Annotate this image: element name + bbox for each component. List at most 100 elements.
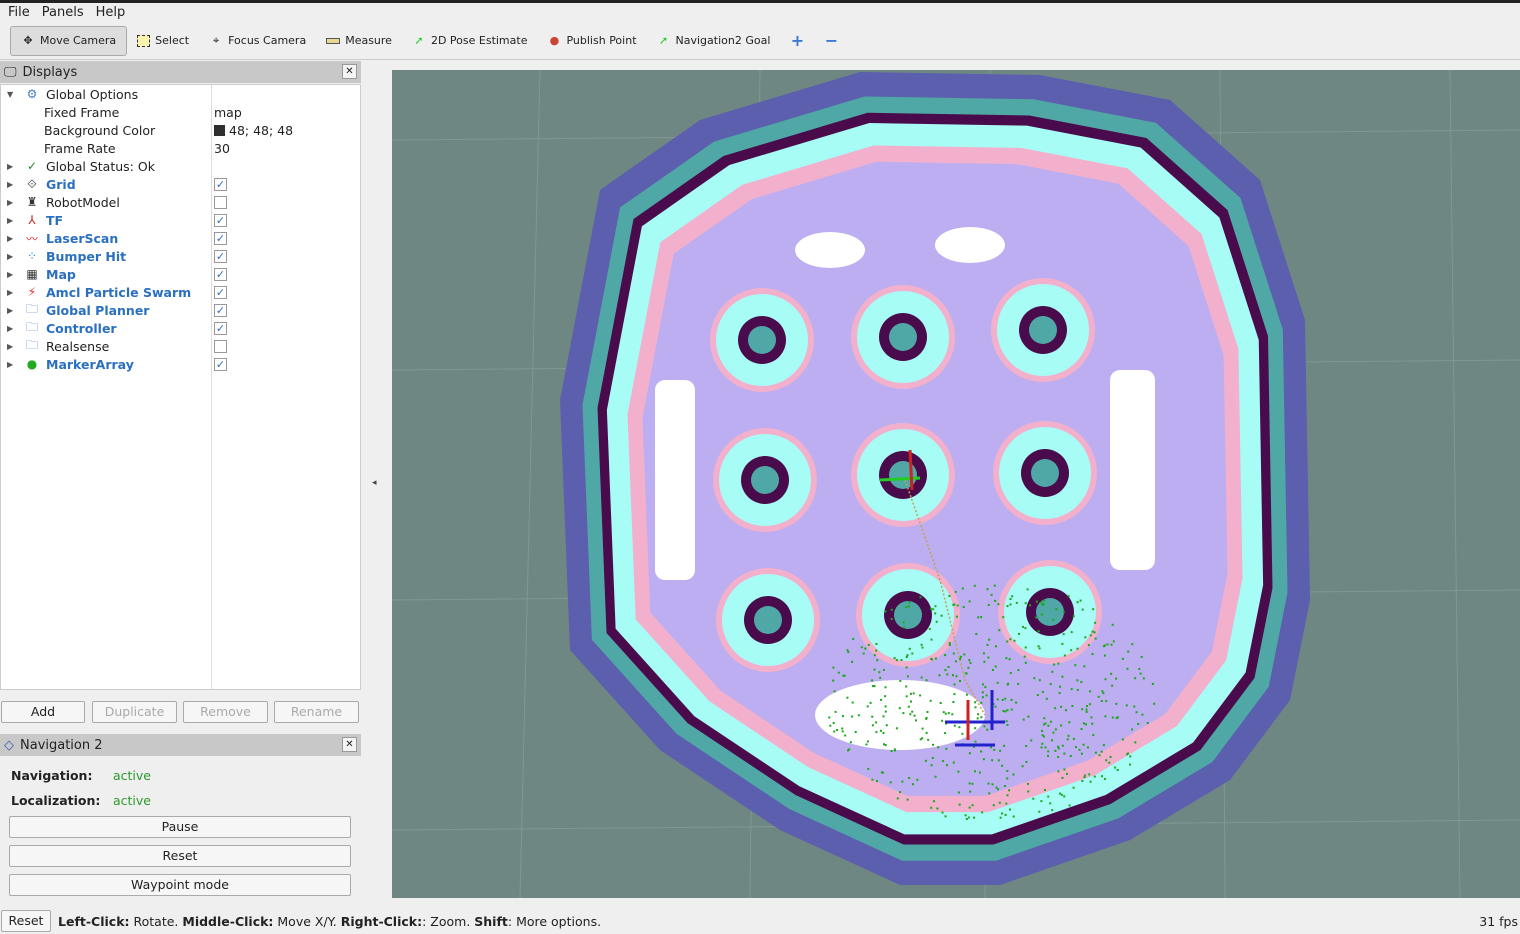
option-value[interactable]: map xyxy=(214,105,242,120)
expand-arrow-icon[interactable]: ▶ xyxy=(7,342,13,351)
add-tool-button[interactable]: + xyxy=(780,26,814,56)
option-label: Frame Rate xyxy=(44,140,116,156)
enable-checkbox[interactable]: ✓ xyxy=(214,286,227,299)
display-label: MarkerArray xyxy=(46,356,134,372)
focus-camera-button[interactable]: ⌖ Focus Camera xyxy=(199,26,316,56)
rename-button[interactable]: Rename xyxy=(274,701,359,723)
green-arrow-icon: ➚ xyxy=(414,33,424,47)
menu-panels[interactable]: Panels xyxy=(42,5,84,20)
expand-arrow-icon[interactable]: ▶ xyxy=(7,162,13,171)
tool-label: Publish Point xyxy=(566,34,637,47)
hint-key: Middle-Click: xyxy=(182,913,274,929)
expand-arrow-icon[interactable]: ▶ xyxy=(7,180,13,189)
value-text: 30 xyxy=(214,140,230,156)
tool-label: Select xyxy=(155,34,190,47)
expand-arrow-icon[interactable]: ▶ xyxy=(7,288,13,297)
pause-button[interactable]: Pause xyxy=(9,816,351,838)
fps-counter: 31 fps xyxy=(1479,913,1518,929)
enable-checkbox[interactable]: ✓ xyxy=(214,268,227,281)
status-hint: Left-Click: Rotate. Middle-Click: Move X… xyxy=(58,914,601,929)
display-item[interactable]: ▶ 🗀 Global Planner ✓ xyxy=(1,301,361,319)
folder-icon: 🗀 xyxy=(25,337,38,352)
display-item[interactable]: ▶ 🗀 Realsense xyxy=(1,337,361,355)
enable-checkbox[interactable]: ✓ xyxy=(214,232,227,245)
enable-checkbox[interactable] xyxy=(214,340,227,353)
tool-label: Navigation2 Goal xyxy=(675,34,771,47)
display-label: LaserScan xyxy=(46,230,119,246)
nav2-goal-button[interactable]: ➚ Navigation2 Goal xyxy=(647,26,781,56)
enable-checkbox[interactable]: ✓ xyxy=(214,322,227,335)
display-item[interactable]: ▶ ♜ RobotModel xyxy=(1,193,361,211)
toolbar: ✥ Move Camera Select ⌖ Focus Camera Measur… xyxy=(0,22,1520,60)
expand-arrow-icon[interactable]: ▶ xyxy=(7,234,13,243)
tree-global-status[interactable]: ▶ ✓ Global Status: Ok xyxy=(1,157,361,175)
display-item[interactable]: ▶ 🗀 Controller ✓ xyxy=(1,319,361,337)
enable-checkbox[interactable]: ✓ xyxy=(214,178,227,191)
remove-button[interactable]: Remove xyxy=(183,701,268,723)
enable-checkbox[interactable]: ✓ xyxy=(214,304,227,317)
marker-array-icon: ● xyxy=(26,357,38,371)
display-item[interactable]: ▶ ⅄ TF ✓ xyxy=(1,211,361,229)
laser-scan-icon: 〰 xyxy=(25,231,38,246)
close-icon[interactable]: ✕ xyxy=(342,737,357,752)
tree-option[interactable]: Background Color 48; 48; 48 xyxy=(1,121,361,139)
navigation-label: Navigation: xyxy=(11,768,93,783)
expand-arrow-icon[interactable]: ▶ xyxy=(7,198,13,207)
expand-arrow-icon[interactable]: ▼ xyxy=(7,90,13,99)
display-item[interactable]: ▶ ⟐ Grid ✓ xyxy=(1,175,361,193)
display-item[interactable]: ▶ ⚡ Amcl Particle Swarm ✓ xyxy=(1,283,361,301)
expand-arrow-icon[interactable]: ▶ xyxy=(7,306,13,315)
expand-arrow-icon[interactable]: ▶ xyxy=(7,270,13,279)
nav2-icon: ◇ xyxy=(4,737,14,753)
display-label: Grid xyxy=(46,176,76,192)
enable-checkbox[interactable]: ✓ xyxy=(214,214,227,227)
pose-estimate-button[interactable]: ➚ 2D Pose Estimate xyxy=(402,26,538,56)
remove-tool-button[interactable]: − xyxy=(814,26,848,56)
tree-option[interactable]: Fixed Frame map xyxy=(1,103,361,121)
display-label: Controller xyxy=(46,320,117,336)
expand-arrow-icon[interactable]: ▶ xyxy=(7,216,13,225)
move-camera-button[interactable]: ✥ Move Camera xyxy=(10,25,128,56)
value-text: 48; 48; 48 xyxy=(229,122,294,138)
display-item[interactable]: ▶ ▦ Map ✓ xyxy=(1,265,361,283)
publish-point-button[interactable]: ● Publish Point xyxy=(537,26,646,56)
nav2-panel-header: ◇ Navigation 2 ✕ xyxy=(0,734,361,756)
particle-icon: ⚡ xyxy=(27,285,37,299)
reset-view-button[interactable]: Reset xyxy=(1,910,51,932)
panel-title: Displays xyxy=(22,64,78,80)
tree-label: Global Options xyxy=(46,86,139,102)
duplicate-button[interactable]: Duplicate xyxy=(92,701,177,723)
tool-label: Move Camera xyxy=(40,34,117,47)
expand-arrow-icon[interactable]: ▶ xyxy=(7,360,13,369)
add-button[interactable]: Add xyxy=(1,701,85,723)
option-value[interactable]: 48; 48; 48 xyxy=(214,123,293,138)
expand-arrow-icon[interactable]: ▶ xyxy=(7,324,13,333)
collapse-panel-handle[interactable]: ◂ xyxy=(372,478,377,488)
display-label: TF xyxy=(46,212,64,228)
display-label: Bumper Hit xyxy=(46,248,127,264)
reset-nav-button[interactable]: Reset xyxy=(9,845,351,867)
waypoint-mode-button[interactable]: Waypoint mode xyxy=(9,874,351,896)
menu-help[interactable]: Help xyxy=(96,5,126,20)
enable-checkbox[interactable]: ✓ xyxy=(214,250,227,263)
enable-checkbox[interactable]: ✓ xyxy=(214,358,227,371)
move-camera-icon: ✥ xyxy=(23,33,33,47)
measure-button[interactable]: Measure xyxy=(316,26,402,56)
close-icon[interactable]: ✕ xyxy=(342,64,357,79)
3d-viewport[interactable] xyxy=(392,70,1520,898)
select-button[interactable]: Select xyxy=(127,26,199,56)
tree-global-options[interactable]: ▼ ⚙ Global Options xyxy=(1,85,361,103)
hint-text: : Zoom. xyxy=(422,913,475,929)
tf-axes-icon: ⅄ xyxy=(28,213,36,227)
menu-file[interactable]: File xyxy=(8,5,30,20)
display-item[interactable]: ▶ ⁘ Bumper Hit ✓ xyxy=(1,247,361,265)
option-value[interactable]: 30 xyxy=(214,141,230,156)
enable-checkbox[interactable] xyxy=(214,196,227,209)
tree-option[interactable]: Frame Rate 30 xyxy=(1,139,361,157)
display-item[interactable]: ▶ 〰 LaserScan ✓ xyxy=(1,229,361,247)
expand-arrow-icon[interactable]: ▶ xyxy=(7,252,13,261)
display-label: Global Planner xyxy=(46,302,150,318)
focus-camera-icon: ⌖ xyxy=(213,33,220,47)
display-item[interactable]: ▶ ● MarkerArray ✓ xyxy=(1,355,361,373)
localization-status: active xyxy=(113,793,151,808)
